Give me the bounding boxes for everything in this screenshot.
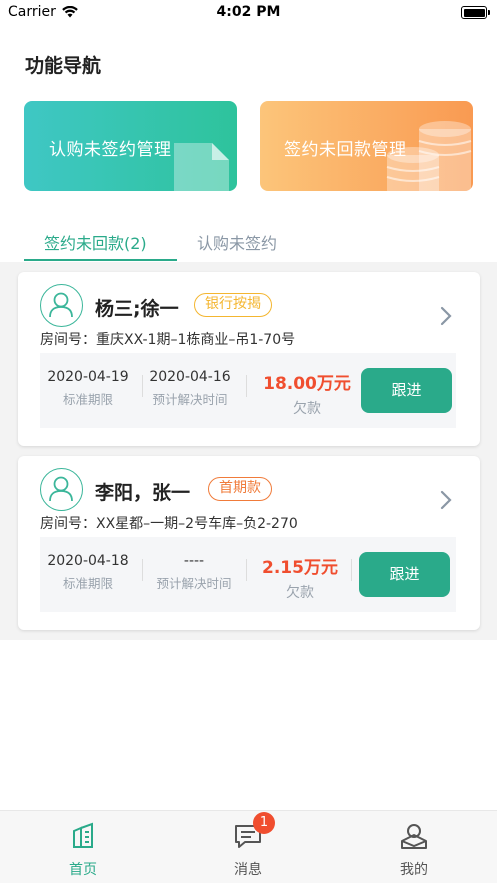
status-badge: 首期款 — [208, 477, 272, 501]
divider — [351, 559, 352, 581]
tab-profile[interactable]: 我的 — [364, 821, 464, 879]
status-bar: Carrier 4:02 PM — [0, 0, 497, 26]
chevron-right-icon[interactable] — [440, 306, 452, 326]
tab-subscribed-unsigned[interactable]: 认购未签约 — [197, 230, 277, 254]
avatar-icon — [40, 468, 83, 511]
info-box: 2020-04-18 标准期限 ---- 预计解决时间 2.15万元 欠款 跟进 — [40, 537, 456, 612]
follow-up-button[interactable]: 跟进 — [359, 552, 450, 597]
status-time: 4:02 PM — [216, 4, 281, 20]
customer-name: 杨三;徐一 — [95, 298, 179, 320]
divider — [246, 559, 247, 581]
tab-messages[interactable]: 消息 — [198, 821, 298, 879]
bottom-tab-bar: 首页 消息 我的 — [0, 810, 497, 883]
chevron-right-icon[interactable] — [440, 490, 452, 510]
list-item[interactable]: 李阳，张一 首期款 房间号：XX星都–一期–2号车库–负2-270 2020-0… — [18, 456, 480, 630]
tab-profile-label: 我的 — [400, 862, 428, 878]
expected-label: 预计解决时间 — [152, 392, 228, 407]
divider — [142, 559, 143, 581]
customer-name: 李阳，张一 — [95, 482, 191, 504]
standard-deadline: 2020-04-18 标准期限 — [44, 553, 132, 592]
nav-card-subscribed-unsigned[interactable]: 认购未签约管理 — [24, 101, 237, 191]
page-title: 功能导航 — [25, 55, 102, 77]
expected-resolution: 2020-04-16 预计解决时间 — [146, 369, 234, 408]
standard-label: 标准期限 — [62, 392, 113, 407]
debt: 18.00万元 欠款 — [252, 369, 362, 418]
debt-amount: 2.15万元 — [262, 558, 338, 578]
debt: 2.15万元 欠款 — [250, 553, 350, 602]
tab-messages-label: 消息 — [234, 862, 262, 878]
expected-resolution: ---- 预计解决时间 — [148, 553, 240, 592]
battery-icon — [461, 6, 490, 19]
tab-underline — [24, 259, 177, 261]
message-count-badge: 1 — [253, 812, 275, 834]
avatar-icon — [40, 284, 83, 327]
home-icon — [73, 822, 93, 848]
standard-label: 标准期限 — [62, 576, 113, 591]
divider — [142, 375, 143, 397]
room-number: 房间号：重庆XX-1期–1栋商业–吊1-70号 — [40, 332, 296, 348]
follow-up-button[interactable]: 跟进 — [361, 368, 452, 413]
nav-card-signed-unpaid[interactable]: 签约未回款管理 — [260, 101, 473, 191]
list-item[interactable]: 杨三;徐一 银行按揭 房间号：重庆XX-1期–1栋商业–吊1-70号 2020-… — [18, 272, 480, 446]
status-badge: 银行按揭 — [194, 293, 272, 317]
profile-icon — [401, 824, 427, 849]
standard-date: 2020-04-19 — [47, 369, 129, 385]
expected-date: ---- — [183, 553, 205, 569]
tab-home-label: 首页 — [69, 862, 97, 878]
nav-card-label: 签约未回款管理 — [284, 140, 407, 160]
standard-date: 2020-04-18 — [47, 553, 129, 569]
debt-label: 欠款 — [293, 401, 321, 417]
tab-signed-unpaid[interactable]: 签约未回款(2) — [44, 230, 147, 254]
tab-bar-top: 签约未回款(2) 认购未签约 — [0, 222, 497, 262]
info-box: 2020-04-19 标准期限 2020-04-16 预计解决时间 18.00万… — [40, 353, 456, 428]
debt-label: 欠款 — [286, 585, 314, 601]
expected-date: 2020-04-16 — [149, 369, 231, 385]
room-number: 房间号：XX星都–一期–2号车库–负2-270 — [40, 516, 298, 532]
expected-label: 预计解决时间 — [156, 576, 232, 591]
tab-home[interactable]: 首页 — [33, 821, 133, 879]
divider — [246, 375, 247, 397]
debt-amount: 18.00万元 — [263, 374, 351, 394]
standard-deadline: 2020-04-19 标准期限 — [44, 369, 132, 408]
nav-card-label: 认购未签约管理 — [49, 140, 172, 160]
document-icon — [174, 143, 229, 191]
